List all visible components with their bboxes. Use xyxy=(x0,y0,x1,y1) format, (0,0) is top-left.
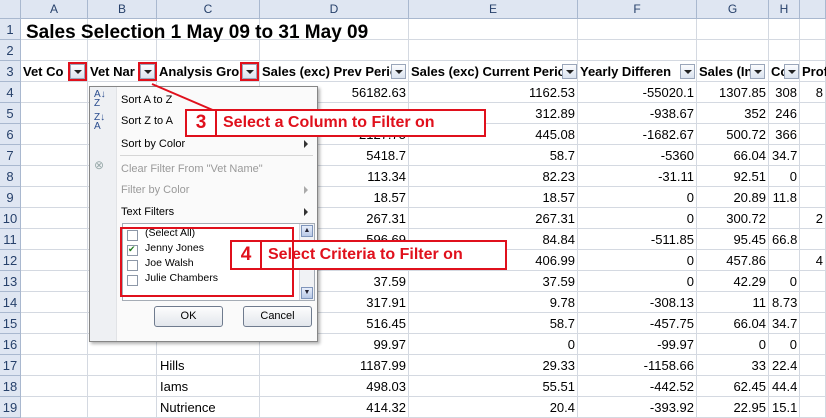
callout-3: 3 Select a Column to Filter on xyxy=(185,109,486,137)
callout-3-number: 3 xyxy=(187,111,217,135)
callout-4-text: Select Criteria to Filter on xyxy=(268,246,463,263)
criteria-highlight xyxy=(120,227,294,297)
callout-3-text: Select a Column to Filter on xyxy=(223,114,435,131)
callout-pointer xyxy=(151,83,216,112)
